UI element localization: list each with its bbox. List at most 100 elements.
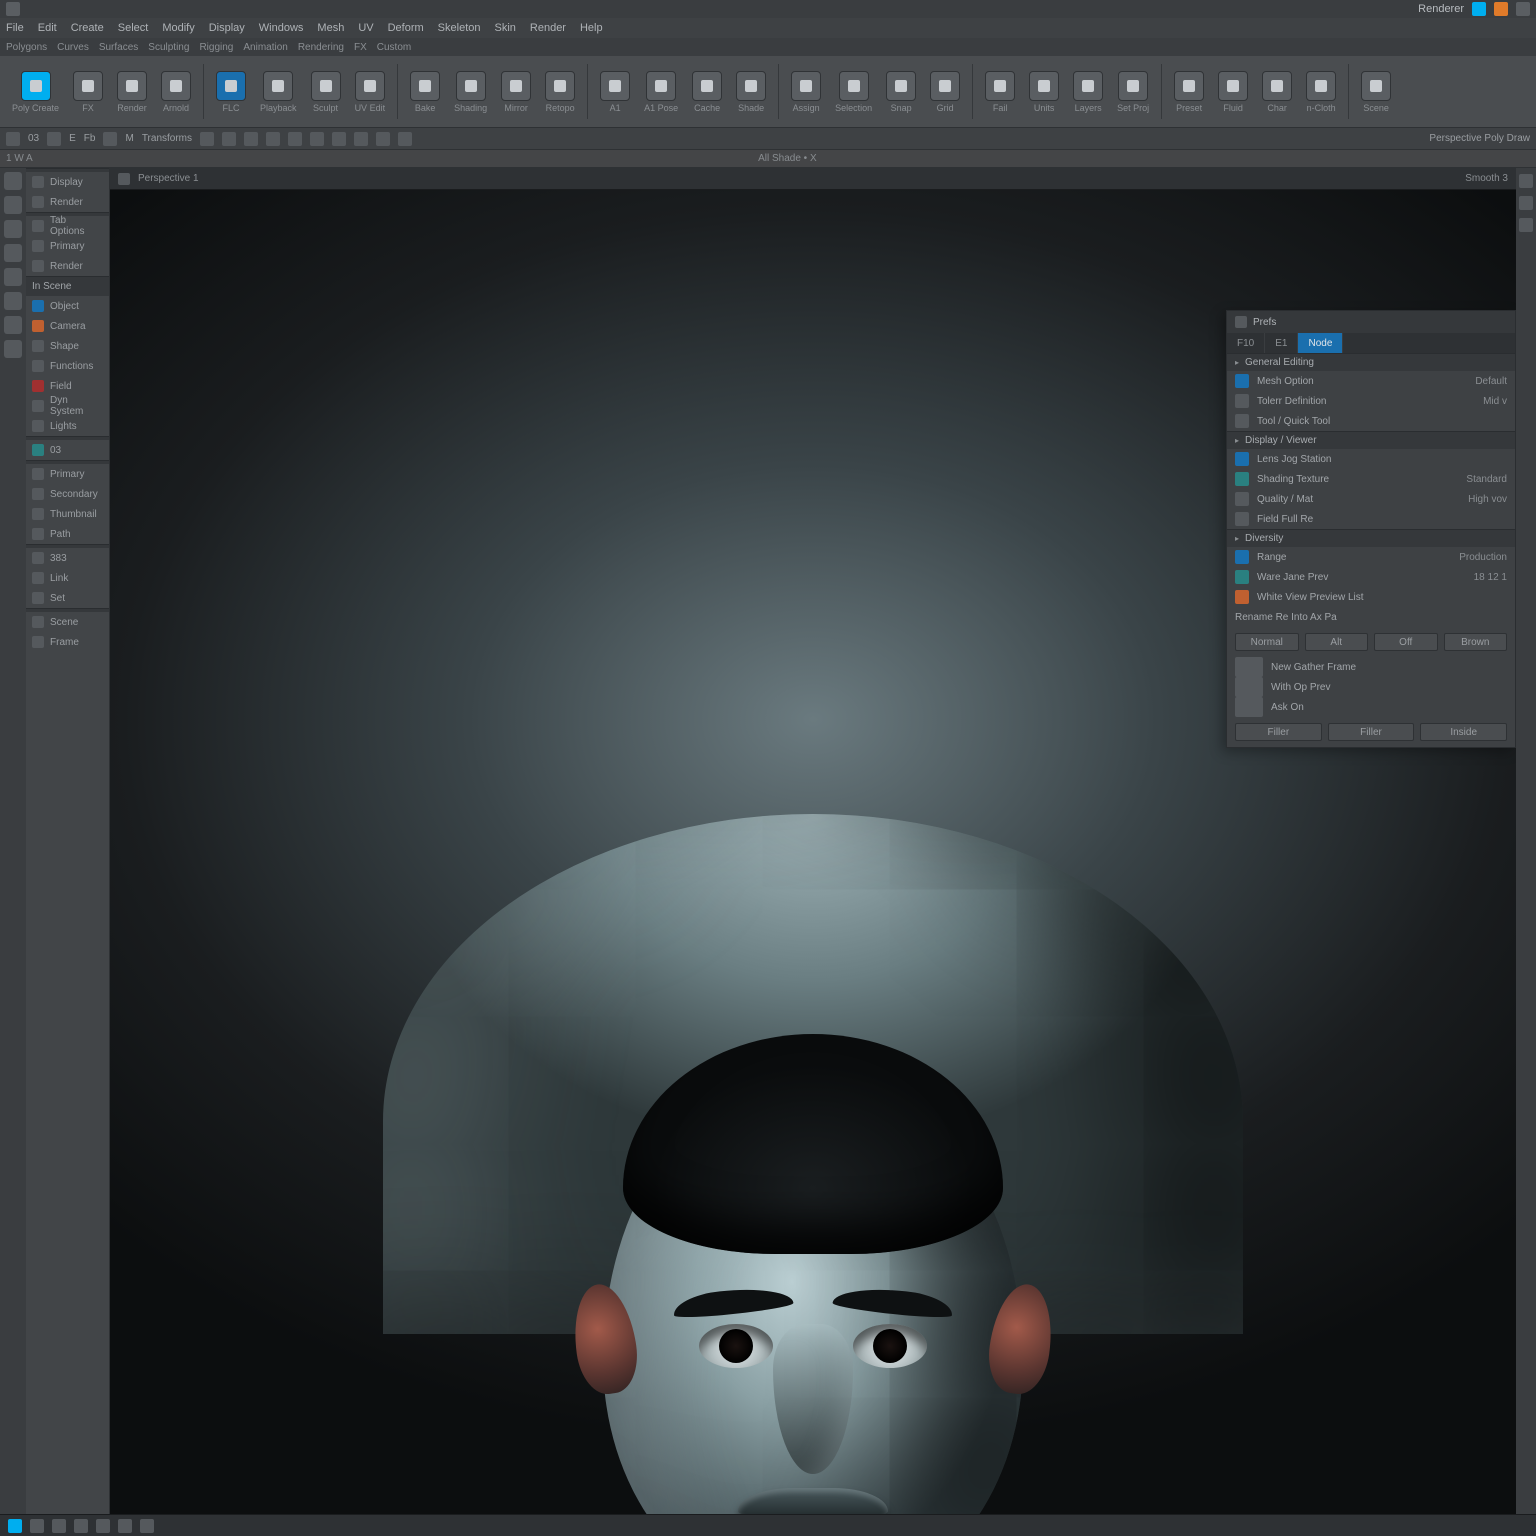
property-row[interactable]: Shading TextureStandard [1227,469,1515,489]
ribbon-button[interactable]: UV Edit [351,69,390,115]
ribbon-button[interactable]: Arnold [157,69,195,115]
property-row[interactable]: Tolerr DefinitionMid v [1227,391,1515,411]
ribbon-button[interactable]: Fluid [1214,69,1252,115]
tool-select-icon[interactable] [4,172,22,190]
ribbon-button[interactable]: Preset [1170,69,1208,115]
ribbon-button[interactable]: Grid [926,69,964,115]
tool-soft-select-icon[interactable] [4,316,22,334]
property-row[interactable]: White View Preview List [1227,587,1515,607]
outliner-section-header[interactable]: In Scene [26,276,109,296]
ribbon-button[interactable]: Assign [787,69,825,115]
outliner-item[interactable]: Tab Options [26,216,109,236]
outliner-item[interactable]: Path [26,524,109,544]
ribbon-button[interactable]: Poly Create [8,69,63,115]
menu-skeleton[interactable]: Skeleton [438,22,481,34]
ribbon-button[interactable]: Scene [1357,69,1395,115]
property-button[interactable]: Brown [1444,633,1508,651]
viewport-menu-icon[interactable] [118,173,130,185]
property-section-header[interactable]: ▸Display / Viewer [1227,431,1515,449]
shelf-tab[interactable]: Surfaces [99,42,138,53]
outliner-item[interactable]: Dyn System [26,396,109,416]
outliner-item[interactable]: Field [26,376,109,396]
toolbar-icon[interactable] [288,132,302,146]
tool-snap-icon[interactable] [4,340,22,358]
ribbon-button[interactable]: Sculpt [307,69,345,115]
shelf-tab[interactable]: Polygons [6,42,47,53]
tool-rotate-icon[interactable] [4,220,22,238]
menu-edit[interactable]: Edit [38,22,57,34]
toolbar-icon[interactable] [332,132,346,146]
toolbar-icon[interactable] [47,132,61,146]
properties-tab[interactable]: F10 [1227,333,1265,353]
toolbar-icon[interactable] [103,132,117,146]
outliner-item[interactable]: Set [26,588,109,608]
property-section-header[interactable]: ▸Diversity [1227,529,1515,547]
ribbon-button[interactable]: Units [1025,69,1063,115]
outliner-item[interactable]: Link [26,568,109,588]
toolbar-icon[interactable] [244,132,258,146]
ribbon-button[interactable]: n-Cloth [1302,69,1340,115]
property-row[interactable]: Quality / MatHigh vov [1227,489,1515,509]
status-icon[interactable] [8,1519,22,1533]
ribbon-button[interactable]: Playback [256,69,301,115]
tool-brush-icon[interactable] [4,292,22,310]
property-row[interactable]: Ware Jane Prev18 12 1 [1227,567,1515,587]
properties-tab-active[interactable]: Node [1298,333,1343,353]
property-thumb-row[interactable]: New Gather Frame [1227,657,1515,677]
property-button[interactable]: Off [1374,633,1438,651]
rail-icon[interactable] [1519,174,1533,188]
outliner-item[interactable]: Frame [26,632,109,652]
tool-lasso-icon[interactable] [4,268,22,286]
property-row[interactable]: Lens Jog Station [1227,449,1515,469]
outliner-item[interactable]: Primary [26,464,109,484]
toolbar-icon[interactable] [200,132,214,146]
toolbar-icon[interactable] [6,132,20,146]
ribbon-button[interactable]: FX [69,69,107,115]
menu-uv[interactable]: UV [358,22,373,34]
menu-display[interactable]: Display [209,22,245,34]
toolbar-icon[interactable] [266,132,280,146]
status-icon[interactable] [118,1519,132,1533]
shelf-tab[interactable]: Animation [243,42,287,53]
ribbon-button[interactable]: Shade [732,69,770,115]
tool-move-icon[interactable] [4,196,22,214]
ribbon-button[interactable]: A1 Pose [640,69,682,115]
status-icon[interactable] [52,1519,66,1533]
outliner-item[interactable]: Render [26,192,109,212]
menu-file[interactable]: File [6,22,24,34]
ribbon-button[interactable]: Fail [981,69,1019,115]
tool-scale-icon[interactable] [4,244,22,262]
shelf-tab[interactable]: Sculpting [148,42,189,53]
property-bottom-button[interactable]: Filler [1328,723,1415,741]
menu-skin[interactable]: Skin [494,22,515,34]
outliner-item[interactable]: 03 [26,440,109,460]
outliner-item[interactable]: Display [26,172,109,192]
property-section-header[interactable]: ▸General Editing [1227,353,1515,371]
outliner-item[interactable]: Secondary [26,484,109,504]
ribbon-button[interactable]: Bake [406,69,444,115]
rail-icon[interactable] [1519,218,1533,232]
viewport-3d[interactable]: Prefs F10 E1 Node ▸General EditingMesh O… [110,190,1516,1514]
outliner-item[interactable]: Camera [26,316,109,336]
ribbon-button[interactable]: A1 [596,69,634,115]
property-row[interactable]: RangeProduction [1227,547,1515,567]
ribbon-button[interactable]: Set Proj [1113,69,1153,115]
menu-windows[interactable]: Windows [259,22,304,34]
outliner-item[interactable]: Primary [26,236,109,256]
outliner-item[interactable]: Shape [26,336,109,356]
outliner-item[interactable]: Render [26,256,109,276]
status-icon[interactable] [30,1519,44,1533]
property-row[interactable]: Mesh OptionDefault [1227,371,1515,391]
sys-close-icon[interactable] [1516,2,1530,16]
properties-tab[interactable]: E1 [1265,333,1298,353]
menu-render[interactable]: Render [530,22,566,34]
menu-create[interactable]: Create [71,22,104,34]
property-thumb-row[interactable]: Ask On [1227,697,1515,717]
shelf-tab[interactable]: Rendering [298,42,344,53]
property-row[interactable]: Tool / Quick Tool [1227,411,1515,431]
sys-max-icon[interactable] [1494,2,1508,16]
shelf-tab[interactable]: Curves [57,42,89,53]
ribbon-button[interactable]: Mirror [497,69,535,115]
menu-mesh[interactable]: Mesh [317,22,344,34]
menu-help[interactable]: Help [580,22,603,34]
